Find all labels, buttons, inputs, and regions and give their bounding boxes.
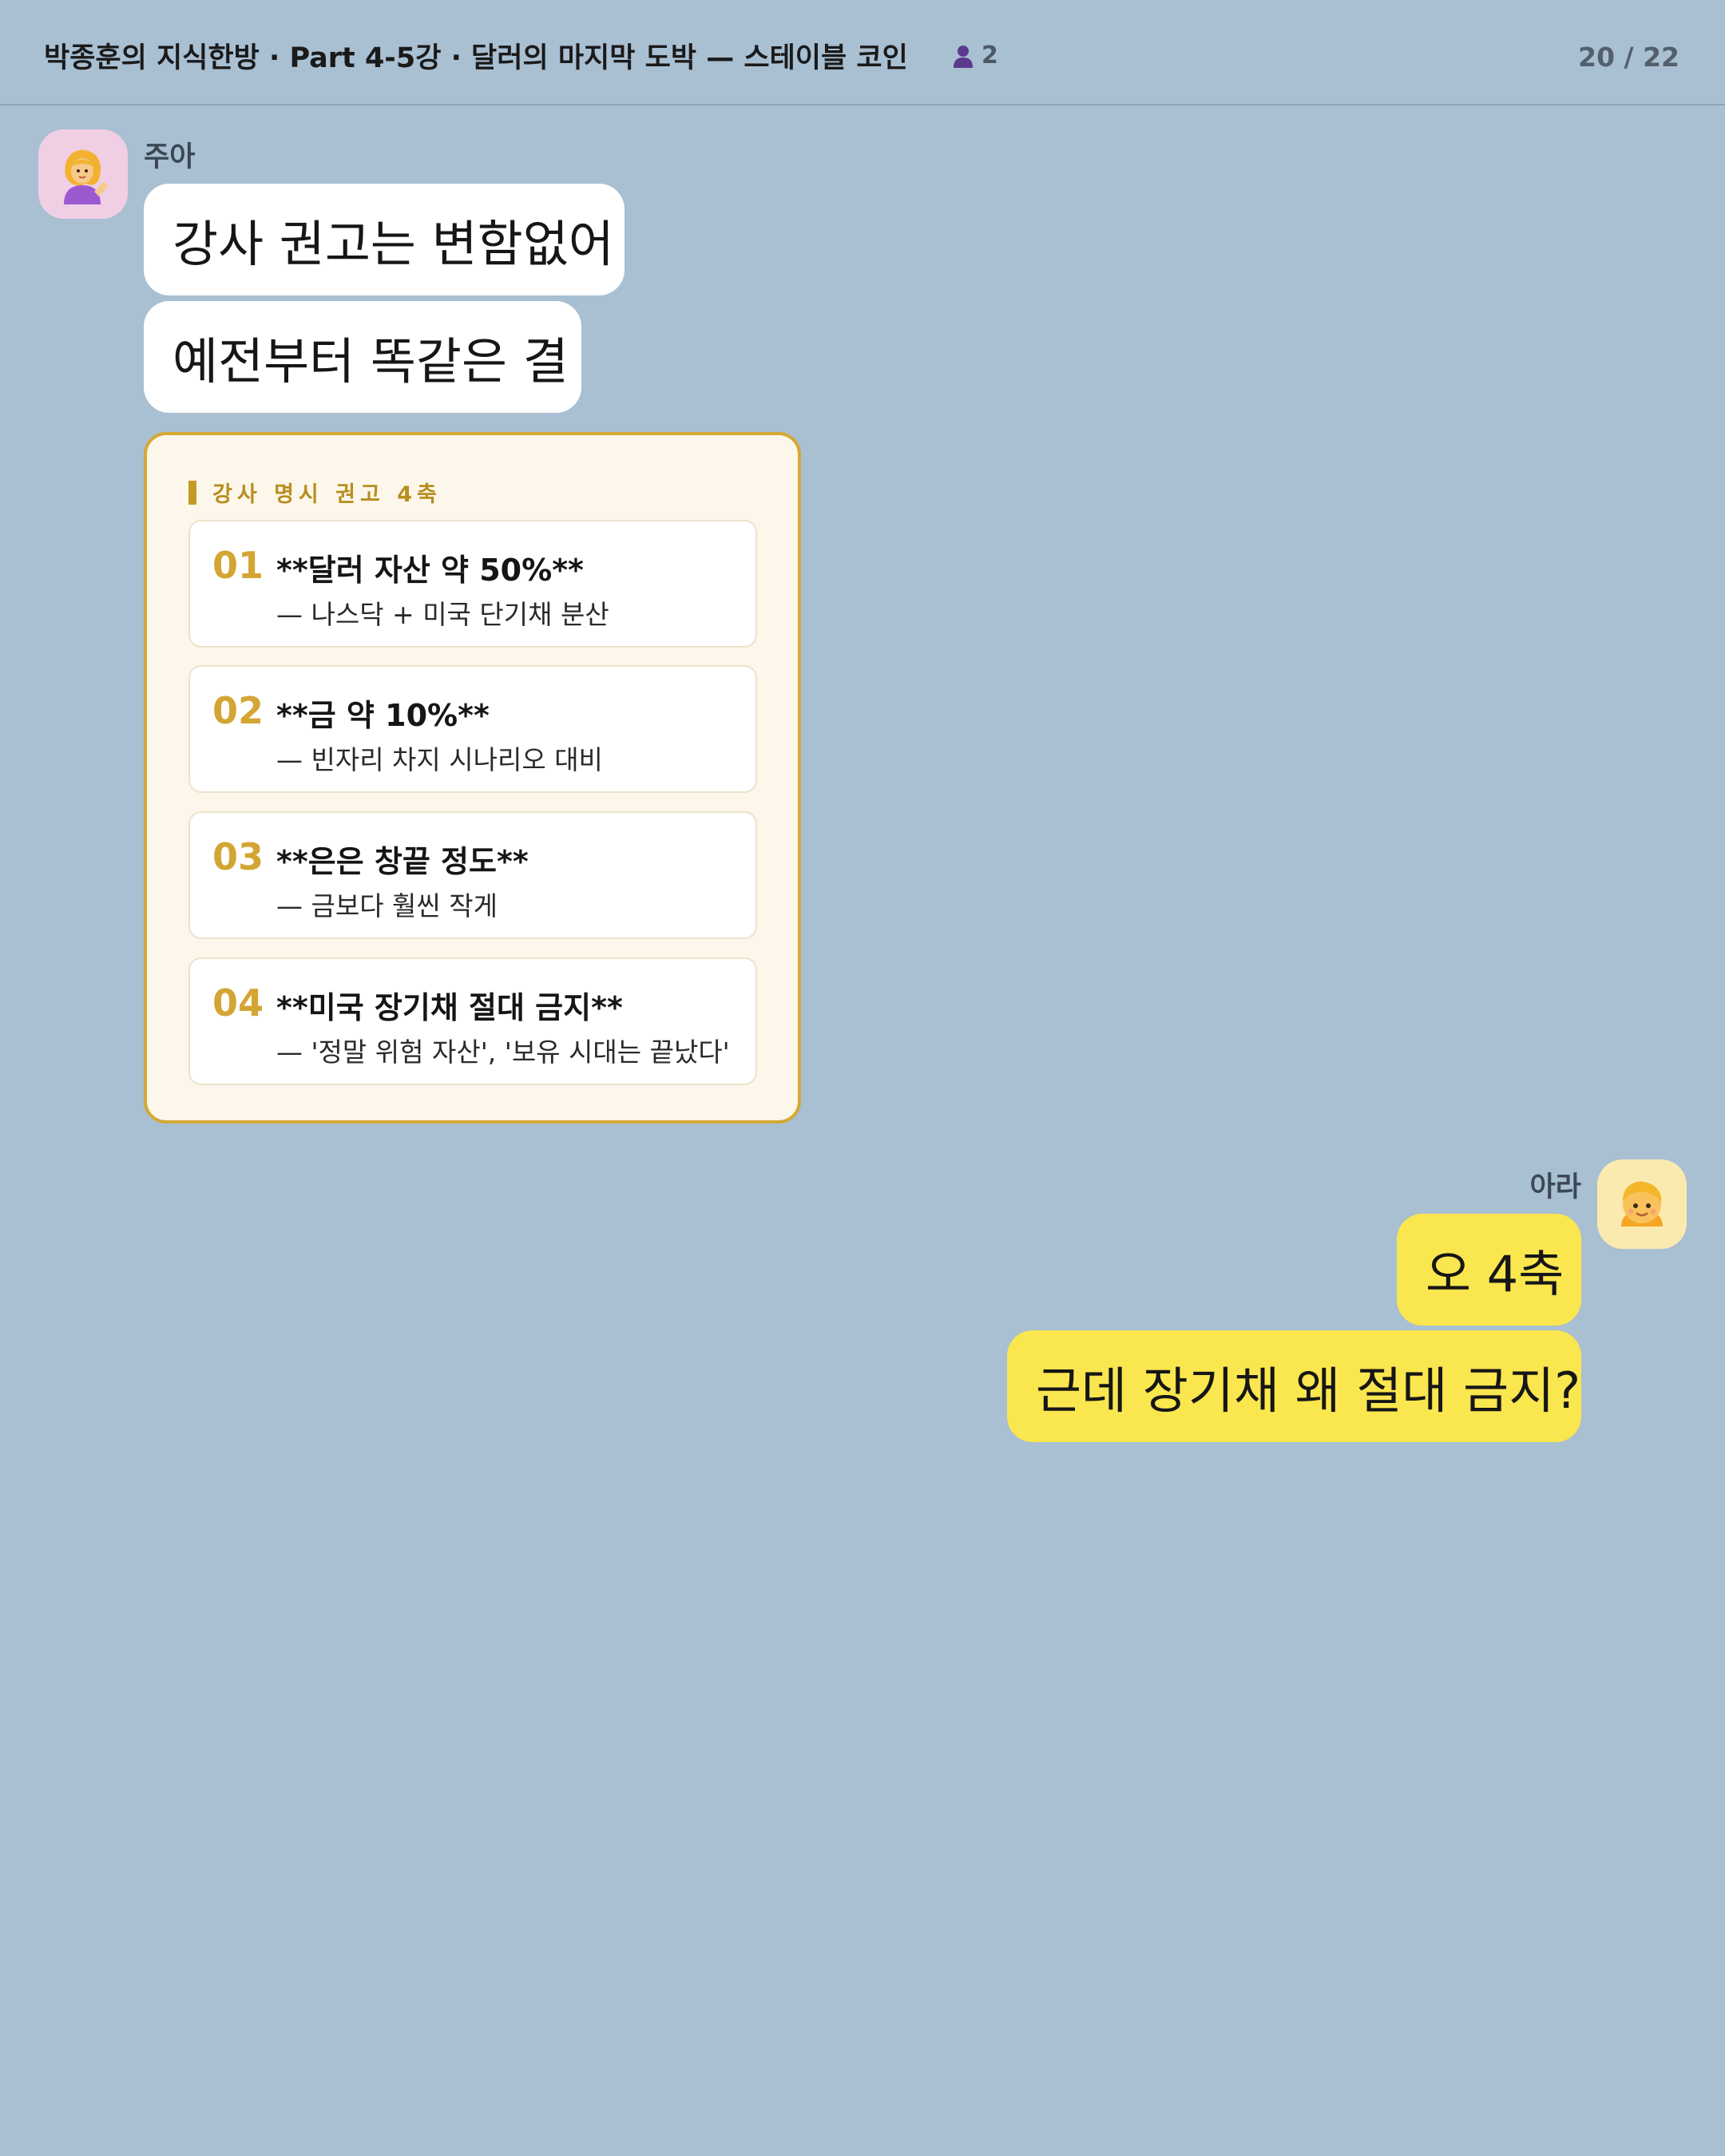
member-count[interactable]: 2 [953,42,998,69]
sender-name: 주아 [144,141,196,173]
chat-bubble[interactable]: 강사 권고는 변함없어 [144,184,625,295]
card-item: 01 **달러 자산 약 50%** — 나스닥 + 미국 단기채 분산 [188,520,757,648]
member-count-value: 2 [981,42,998,69]
woman-tipping-hand-icon [64,149,109,204]
recommendation-card[interactable]: 강사 명시 권고 4축 01 **달러 자산 약 50%** — 나스닥 + 미… [144,432,801,1124]
child-face-icon [1621,1181,1663,1227]
item-number: 04 [212,981,264,1024]
card-item: 03 **은은 창끝 정도** — 금보다 훨씬 작게 [188,811,757,939]
sender-name: 아라 [1529,1171,1581,1203]
item-description: — 나스닥 + 미국 단기채 분산 [276,599,609,630]
page-indicator: 20 / 22 [1578,42,1679,73]
item-title: **달러 자산 약 50%** [276,553,584,588]
person-icon [954,45,973,68]
item-description: — 금보다 훨씬 작게 [276,890,498,921]
card-accent-bar [188,480,196,505]
card-item: 04 **미국 장기채 절대 금지** — '정말 위험 자산', '보유 시대… [188,957,757,1085]
chat-header: 박종훈의 지식한방 · Part 4-5강 · 달러의 마지막 도박 — 스테이… [0,0,1725,105]
item-number: 03 [212,835,264,878]
item-number: 01 [212,544,264,587]
avatar-ara[interactable] [1597,1159,1687,1249]
card-item: 02 **금 약 10%** — 빈자리 차지 시나리오 대비 [188,665,757,793]
chat-bubble[interactable]: 예전부터 똑같은 결 [144,301,581,413]
card-header: 강사 명시 권고 4축 [188,477,442,508]
item-description: — 빈자리 차지 시나리오 대비 [276,744,603,775]
item-title: **은은 창끝 정도** [276,844,529,879]
card-title: 강사 명시 권고 4축 [212,482,442,507]
item-description: — '정말 위험 자산', '보유 시대는 끝났다' [276,1036,730,1068]
item-number: 02 [212,689,264,732]
chat-room-title: 박종훈의 지식한방 · Part 4-5강 · 달러의 마지막 도박 — 스테이… [44,42,908,74]
item-title: **금 약 10%** [276,698,490,733]
item-title: **미국 장기채 절대 금지** [276,990,623,1025]
chat-bubble-mine[interactable]: 근데 장기채 왜 절대 금지? [1007,1330,1581,1442]
chat-bubble-mine[interactable]: 오 4축 [1397,1214,1581,1326]
avatar-jua[interactable] [38,129,128,219]
